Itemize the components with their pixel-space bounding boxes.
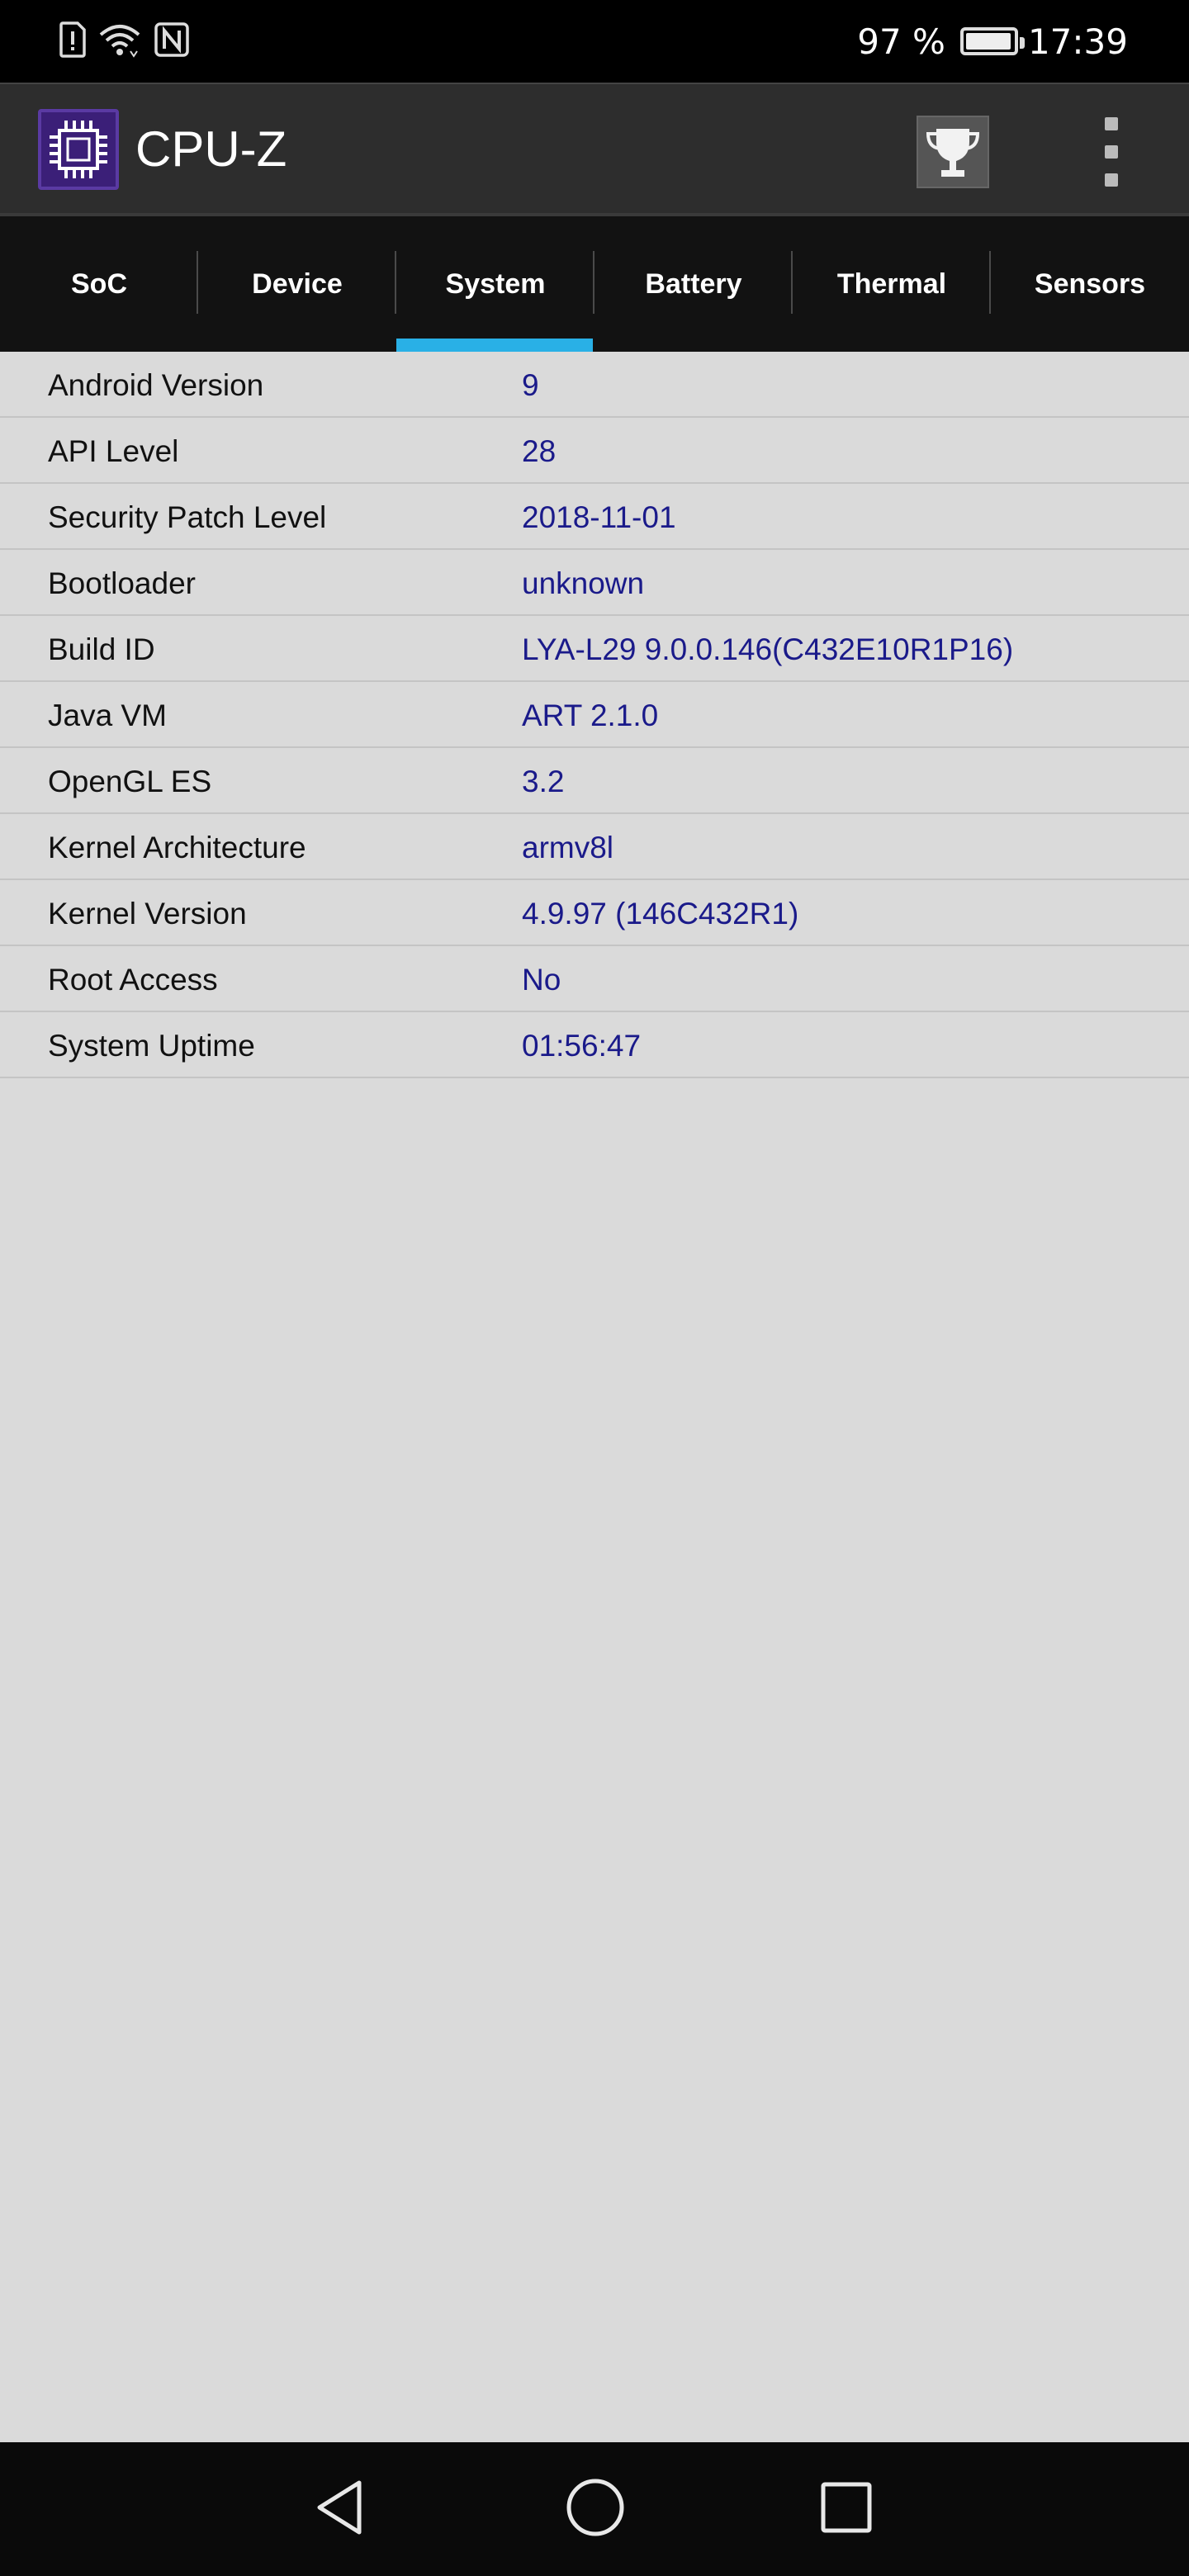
table-row: Root Access No [0, 946, 1189, 1012]
wifi-icon [97, 21, 142, 61]
row-value: unknown [522, 566, 645, 600]
tab-device[interactable]: Device [198, 216, 396, 352]
tab-label: System [445, 268, 546, 300]
tab-label: SoC [71, 268, 127, 300]
battery-icon [959, 27, 1025, 55]
sim-alert-icon [58, 21, 86, 61]
row-label: API Level [48, 434, 179, 468]
overflow-menu-button[interactable] [1090, 117, 1133, 187]
active-tab-indicator [396, 339, 593, 352]
row-label: System Uptime [48, 1029, 255, 1063]
status-icons-right: 97 % 17:39 [857, 17, 1128, 66]
row-label: Kernel Architecture [48, 831, 306, 864]
overflow-menu-icon [1105, 117, 1118, 130]
status-icons-left [58, 20, 190, 63]
tab-label: Device [252, 268, 343, 300]
table-row: Android Version 9 [0, 352, 1189, 418]
row-value: 28 [522, 434, 557, 468]
clock: 17:39 [1027, 21, 1128, 62]
row-label: Root Access [48, 963, 218, 997]
table-row: System Uptime 01:56:47 [0, 1012, 1189, 1078]
system-nav-bar [0, 2442, 1189, 2576]
table-row: Kernel Architecture armv8l [0, 814, 1189, 880]
table-row: Java VM ART 2.1.0 [0, 682, 1189, 748]
row-label: Java VM [48, 698, 167, 732]
tab-label: Battery [645, 268, 742, 300]
row-value: 3.2 [522, 765, 565, 798]
row-label: Security Patch Level [48, 500, 327, 534]
status-bar: 97 % 17:39 [0, 0, 1189, 83]
app-title: CPU-Z [135, 121, 287, 177]
tab-sensors[interactable]: Sensors [991, 216, 1189, 352]
row-value: 4.9.97 (146C432R1) [522, 897, 799, 930]
row-value: ART 2.1.0 [522, 698, 659, 732]
trophy-button[interactable] [917, 116, 989, 188]
recents-button[interactable] [801, 2464, 892, 2555]
trophy-icon [918, 129, 988, 190]
tab-soc[interactable]: SoC [0, 216, 198, 352]
table-row: Kernel Version 4.9.97 (146C432R1) [0, 880, 1189, 946]
tab-system[interactable]: System [396, 216, 594, 352]
row-value: LYA-L29 9.0.0.146(C432E10R1P16) [522, 632, 1014, 666]
back-button[interactable] [296, 2464, 386, 2555]
row-value: 01:56:47 [522, 1029, 642, 1063]
recents-icon [813, 2474, 879, 2544]
tab-bar: SoC Device System Battery Thermal Sensor… [0, 216, 1189, 352]
row-value: No [522, 963, 561, 997]
battery-percent: 97 % [857, 21, 945, 62]
row-value: 2018-11-01 [522, 500, 676, 534]
table-row: Bootloader unknown [0, 550, 1189, 616]
table-row: Build ID LYA-L29 9.0.0.146(C432E10R1P16) [0, 616, 1189, 682]
row-value: armv8l [522, 831, 614, 864]
table-row: OpenGL ES 3.2 [0, 748, 1189, 814]
home-button[interactable] [550, 2464, 641, 2555]
tab-battery[interactable]: Battery [594, 216, 793, 352]
tab-label: Thermal [836, 268, 947, 300]
nfc-icon [154, 21, 190, 61]
row-label: Build ID [48, 632, 155, 666]
row-label: Kernel Version [48, 897, 247, 930]
system-info-table: Android Version 9 API Level 28 Security Pa… [0, 352, 1189, 1078]
row-label: OpenGL ES [48, 765, 212, 798]
tab-thermal[interactable]: Thermal [793, 216, 991, 352]
table-row: Security Patch Level 2018-11-01 [0, 484, 1189, 550]
row-label: Android Version [48, 368, 264, 402]
table-row: API Level 28 [0, 418, 1189, 484]
back-icon [308, 2474, 374, 2544]
app-bar: CPU-Z [0, 83, 1189, 216]
cpu-chip-icon [38, 109, 119, 190]
row-value: 9 [522, 368, 539, 402]
tab-label: Sensors [1034, 268, 1146, 300]
row-label: Bootloader [48, 566, 196, 600]
home-icon [562, 2474, 628, 2544]
